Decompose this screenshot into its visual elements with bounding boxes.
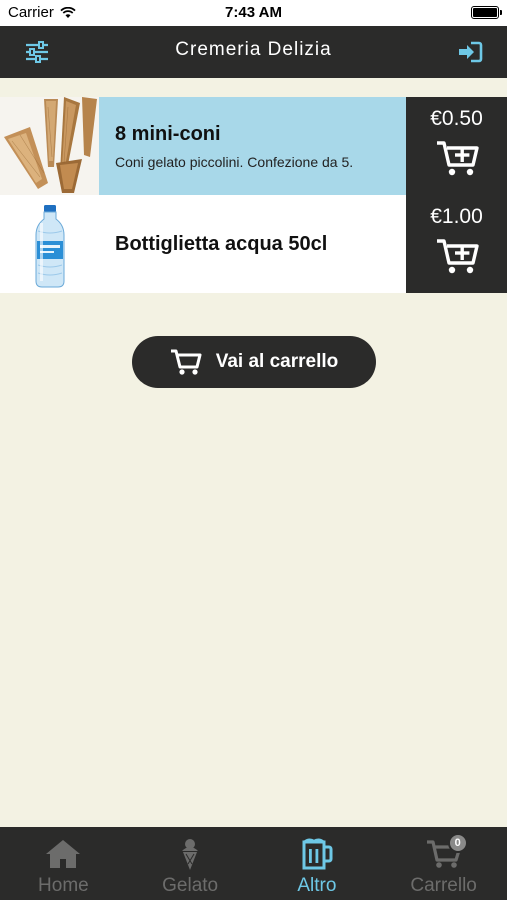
cart-icon	[170, 349, 202, 375]
tab-label: Home	[38, 875, 89, 896]
login-icon	[459, 41, 483, 63]
product-description: Coni gelato piccolini. Confezione da 5.	[115, 153, 354, 170]
product-name: 8 mini-coni	[115, 122, 221, 145]
product-list: 8 mini-coni Coni gelato piccolini. Confe…	[0, 97, 507, 293]
go-to-cart-label: Vai al carrello	[215, 351, 339, 372]
tab-bar: Home Gelato Altro 0 Carrello	[0, 827, 507, 900]
status-bar: Carrier 7:43 AM	[0, 0, 507, 26]
cart-icon: 0	[424, 833, 468, 872]
tab-home[interactable]: Home	[0, 827, 127, 900]
tab-gelato[interactable]: Gelato	[127, 827, 254, 900]
product-row[interactable]: 8 mini-coni Coni gelato piccolini. Confe…	[0, 97, 507, 195]
drink-icon	[297, 836, 337, 872]
product-buy-panel: €0.50	[406, 97, 507, 195]
tab-carrello[interactable]: 0 Carrello	[380, 827, 507, 900]
water-bottle-image	[0, 195, 99, 293]
status-time: 7:43 AM	[225, 4, 282, 21]
add-to-cart-icon	[436, 141, 479, 176]
battery-icon	[471, 6, 502, 19]
tab-label: Gelato	[162, 875, 219, 896]
add-to-cart-icon	[436, 239, 479, 274]
nav-bar: Cremeria Delizia	[0, 26, 507, 78]
product-info: 8 mini-coni Coni gelato piccolini. Confe…	[99, 97, 406, 195]
product-price: €1.00	[430, 205, 483, 228]
tab-label: Carrello	[410, 875, 477, 896]
login-button[interactable]	[457, 40, 483, 64]
product-name: Bottiglietta acqua 50cl	[115, 232, 328, 255]
home-icon	[43, 836, 83, 872]
go-to-cart-button[interactable]: Vai al carrello	[132, 336, 376, 388]
tab-label: Altro	[297, 875, 337, 896]
product-row[interactable]: Bottiglietta acqua 50cl €1.00	[0, 195, 507, 293]
cones-image	[0, 97, 99, 195]
status-right	[471, 6, 502, 19]
add-to-cart-button[interactable]	[435, 237, 479, 275]
product-info: Bottiglietta acqua 50cl	[99, 195, 406, 293]
header-spacer	[0, 78, 507, 98]
product-buy-panel: €1.00	[406, 195, 507, 293]
cart-count-badge: 0	[447, 833, 468, 853]
product-price: €0.50	[430, 107, 483, 130]
page-title: Cremeria Delizia	[175, 39, 332, 60]
tab-altro[interactable]: Altro	[254, 827, 381, 900]
ice-cream-icon	[170, 836, 210, 872]
add-to-cart-button[interactable]	[435, 139, 479, 177]
